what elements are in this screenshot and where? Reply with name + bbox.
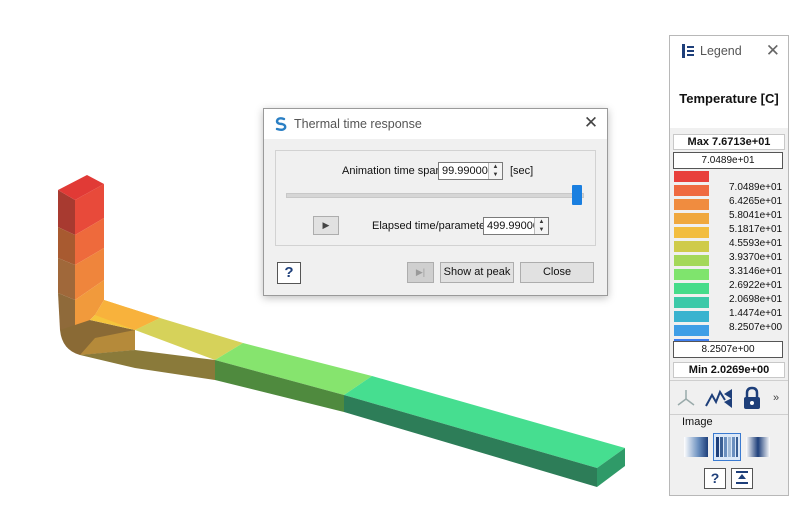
legend-scale-value: 5.8041e+01 — [729, 210, 783, 221]
more-options-icon[interactable]: » — [773, 392, 779, 404]
gradient-left-icon — [684, 437, 708, 457]
image-style-gradient-button[interactable] — [682, 433, 710, 461]
legend-swatch — [674, 185, 709, 196]
gradient-right-icon — [746, 437, 770, 457]
fit-to-range-icon — [736, 471, 748, 484]
app-logo-icon — [275, 117, 287, 131]
legend-scale-value: 2.0698e+01 — [729, 294, 783, 305]
animation-unit-label: [sec] — [510, 165, 534, 177]
legend-quantity: Temperature [C] — [679, 91, 779, 106]
animation-group: Animation time span 99.99000 ▲ ▼ [sec] ▶ … — [275, 150, 596, 246]
legend-swatch — [674, 311, 709, 322]
legend-swatch — [674, 241, 709, 252]
legend-swatch — [674, 199, 709, 210]
animation-time-span-spinbox[interactable]: 99.99000 ▲ ▼ — [438, 162, 503, 180]
close-icon[interactable]: ✕ — [583, 114, 599, 131]
thermal-time-response-dialog: Thermal time response ✕ Animation time s… — [263, 108, 608, 296]
time-slider-track[interactable] — [286, 193, 584, 198]
legend-swatch — [674, 171, 709, 182]
dialog-titlebar[interactable]: Thermal time response ✕ — [264, 109, 607, 139]
legend-title: Legend — [700, 44, 742, 58]
legend-scale-value: 3.9370e+01 — [729, 252, 783, 263]
spin-up-icon[interactable]: ▲ — [535, 218, 548, 226]
legend-icon — [682, 44, 694, 58]
legend-swatch — [674, 283, 709, 294]
banded-icon — [716, 437, 738, 457]
spin-arrows[interactable]: ▲ ▼ — [488, 163, 502, 179]
legend-scale-value: 8.2507e+00 — [729, 322, 783, 333]
legend-bottom-value-input[interactable]: 8.2507e+00 — [673, 341, 783, 358]
close-button[interactable]: Close — [520, 262, 594, 283]
time-slider-handle[interactable] — [572, 185, 582, 205]
dialog-title: Thermal time response — [294, 117, 422, 131]
legend-scale-value: 2.6922e+01 — [729, 280, 783, 291]
legend-fit-button[interactable] — [731, 468, 753, 489]
legend-scale-value: 1.4474e+01 — [729, 308, 783, 319]
legend-scale-value: 7.0489e+01 — [729, 182, 783, 193]
image-label: Image — [682, 416, 713, 428]
legend-titlebar[interactable]: Legend ✕ — [670, 36, 788, 66]
help-button[interactable]: ? — [277, 262, 301, 284]
legend-swatch — [674, 213, 709, 224]
animation-time-span-value: 99.99000 — [442, 165, 488, 177]
play-button[interactable]: ▶ — [313, 216, 339, 235]
spin-down-icon[interactable]: ▼ — [535, 226, 548, 234]
step-to-end-button[interactable]: ▶| — [407, 262, 434, 283]
legend-swatch — [674, 255, 709, 266]
legend-swatch — [674, 297, 709, 308]
legend-scale-value: 3.3146e+01 — [729, 266, 783, 277]
image-style-banded-button[interactable] — [713, 433, 741, 461]
image-style-gradient-right-button[interactable] — [744, 433, 772, 461]
elapsed-time-value: 499.99000 — [487, 220, 539, 232]
legend-close-icon[interactable]: ✕ — [766, 41, 780, 61]
legend-divider — [670, 380, 788, 381]
legend-divider — [670, 414, 788, 415]
elapsed-time-spinbox[interactable]: 499.99000 ▲ ▼ — [483, 217, 549, 235]
legend-top-value-input[interactable]: 7.0489e+01 — [673, 152, 783, 169]
spin-down-icon[interactable]: ▼ — [489, 171, 502, 179]
legend-scale-value: 4.5593e+01 — [729, 238, 783, 249]
legend-help-button[interactable]: ? — [704, 468, 726, 489]
legend-scale-value: 6.4265e+01 — [729, 196, 783, 207]
legend-swatch — [674, 269, 709, 280]
spin-up-icon[interactable]: ▲ — [489, 163, 502, 171]
show-at-peak-button[interactable]: Show at peak — [440, 262, 514, 283]
axes-triad-icon[interactable] — [676, 388, 696, 408]
animation-time-span-label: Animation time span — [342, 165, 442, 177]
legend-swatch — [674, 227, 709, 238]
spin-arrows[interactable]: ▲ ▼ — [534, 218, 548, 234]
legend-min: Min 2.0269e+00 — [673, 362, 785, 378]
lock-icon[interactable] — [741, 386, 763, 410]
legend-scale-value: 5.1817e+01 — [729, 224, 783, 235]
legend-swatch — [674, 325, 709, 336]
legend-max: Max 7.6713e+01 — [673, 134, 785, 150]
elapsed-time-label: Elapsed time/parameter — [372, 220, 489, 232]
probe-plot-icon[interactable] — [704, 386, 734, 410]
legend-panel: Legend ✕ Temperature [C] Max 7.6713e+01 … — [669, 35, 789, 496]
